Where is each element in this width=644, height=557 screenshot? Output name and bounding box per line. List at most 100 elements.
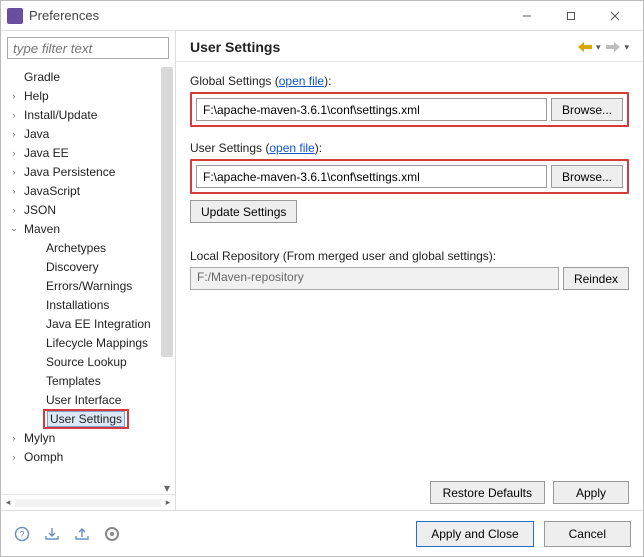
chevron-right-icon[interactable]: › (7, 110, 21, 120)
tree-item-label: Java EE (21, 145, 72, 161)
global-browse-button[interactable]: Browse... (551, 98, 623, 121)
footer: ? Apply and Close Cancel (1, 510, 643, 556)
tree-item[interactable]: User Settings (7, 409, 159, 428)
close-button[interactable] (593, 1, 637, 31)
chevron-down-icon[interactable]: ⌄ (7, 223, 21, 234)
chevron-right-icon[interactable]: › (7, 129, 21, 139)
tree-item[interactable]: ›Java Persistence (7, 162, 159, 181)
tree-item-label: User Interface (43, 392, 124, 408)
tree-item-label: Archetypes (43, 240, 109, 256)
preferences-window: Preferences Gradle›Help›Install/Update›J… (0, 0, 644, 557)
chevron-right-icon[interactable]: › (7, 205, 21, 215)
help-icon[interactable]: ? (13, 525, 31, 543)
horizontal-scrollbar[interactable]: ◂ ▸ (1, 494, 175, 510)
hscroll-left-icon[interactable]: ◂ (1, 497, 15, 508)
minimize-button[interactable] (505, 1, 549, 31)
apply-button[interactable]: Apply (553, 481, 629, 504)
user-settings-block: User Settings (open file): Browse... Upd… (190, 141, 629, 223)
tree-item[interactable]: ›Oomph (7, 447, 159, 466)
tree-item[interactable]: ›Java EE (7, 143, 159, 162)
hscroll-right-icon[interactable]: ▸ (161, 497, 175, 508)
chevron-right-icon[interactable]: › (7, 148, 21, 158)
tree-item[interactable]: Installations (7, 295, 159, 314)
toolbar: ▾ ▾ (578, 42, 629, 53)
tree-item-label: Lifecycle Mappings (43, 335, 151, 351)
tree-item-label: Errors/Warnings (43, 278, 135, 294)
tree-item-label: Mylyn (21, 430, 58, 446)
tree-item[interactable]: Templates (7, 371, 159, 390)
tree-item[interactable]: Errors/Warnings (7, 276, 159, 295)
tree-item-label: Maven (21, 221, 63, 237)
tree-item-label: Help (21, 88, 52, 104)
user-highlight-box: Browse... (190, 159, 629, 194)
user-open-file-link[interactable]: open file (269, 141, 314, 155)
global-open-file-link[interactable]: open file (279, 74, 324, 88)
chevron-right-icon[interactable]: › (7, 186, 21, 196)
tree-item-label: Java (21, 126, 52, 142)
tree-item-label: Discovery (43, 259, 102, 275)
tree-item[interactable]: Java EE Integration (7, 314, 159, 333)
tree-item[interactable]: Gradle (7, 67, 159, 86)
scrollbar-down-icon[interactable]: ▾ (161, 482, 173, 494)
tree-item[interactable]: ›JavaScript (7, 181, 159, 200)
tree-item[interactable]: ›Mylyn (7, 428, 159, 447)
tree-item[interactable]: User Interface (7, 390, 159, 409)
export-icon[interactable] (73, 525, 91, 543)
main-header: User Settings ▾ ▾ (176, 31, 643, 62)
tree-item-label: Oomph (21, 449, 66, 465)
back-icon[interactable] (578, 42, 592, 52)
tree-item[interactable]: Source Lookup (7, 352, 159, 371)
global-highlight-box: Browse... (190, 92, 629, 127)
tree-item[interactable]: Lifecycle Mappings (7, 333, 159, 352)
window-title: Preferences (29, 8, 505, 23)
hscroll-track[interactable] (15, 499, 161, 507)
user-settings-input[interactable] (196, 165, 547, 188)
reindex-button[interactable]: Reindex (563, 267, 629, 290)
restore-defaults-button[interactable]: Restore Defaults (430, 481, 545, 504)
tree-item-label: Source Lookup (43, 354, 130, 370)
local-repo-label: Local Repository (From merged user and g… (190, 249, 629, 263)
cancel-button[interactable]: Cancel (544, 521, 631, 547)
tree-item[interactable]: Discovery (7, 257, 159, 276)
chevron-right-icon[interactable]: › (7, 91, 21, 101)
tree-item[interactable]: ›Install/Update (7, 105, 159, 124)
app-icon (7, 8, 23, 24)
tree-item-label: Java Persistence (21, 164, 118, 180)
user-browse-button[interactable]: Browse... (551, 165, 623, 188)
scrollbar-thumb[interactable] (161, 67, 173, 357)
tree-item-label: JSON (21, 202, 59, 218)
tree-item-label: Gradle (21, 69, 63, 85)
back-menu-icon[interactable]: ▾ (596, 42, 601, 53)
tree-item-label: User Settings (47, 411, 125, 427)
chevron-right-icon[interactable]: › (7, 452, 21, 462)
import-icon[interactable] (43, 525, 61, 543)
user-label-suffix: ): (315, 141, 322, 155)
footer-icons: ? (13, 525, 121, 543)
forward-icon[interactable] (606, 42, 620, 52)
maximize-button[interactable] (549, 1, 593, 31)
tree-item-label: Java EE Integration (43, 316, 154, 332)
svg-text:?: ? (19, 529, 24, 539)
content: Global Settings (open file): Browse... U… (176, 62, 643, 510)
chevron-right-icon[interactable]: › (7, 433, 21, 443)
preference-tree[interactable]: Gradle›Help›Install/Update›Java›Java EE›… (1, 65, 159, 494)
chevron-right-icon[interactable]: › (7, 167, 21, 177)
tree-item[interactable]: ›Help (7, 86, 159, 105)
filter-input[interactable] (7, 37, 169, 59)
global-settings-input[interactable] (196, 98, 547, 121)
tree-item[interactable]: ›Java (7, 124, 159, 143)
global-settings-block: Global Settings (open file): Browse... (190, 74, 629, 127)
forward-menu-icon[interactable]: ▾ (624, 42, 629, 53)
local-repo-block: Local Repository (From merged user and g… (190, 249, 629, 290)
tree-item-label: Templates (43, 373, 104, 389)
tree-item[interactable]: ⌄Maven (7, 219, 159, 238)
update-settings-button[interactable]: Update Settings (190, 200, 297, 223)
record-icon[interactable] (103, 525, 121, 543)
titlebar: Preferences (1, 1, 643, 31)
tree-item[interactable]: Archetypes (7, 238, 159, 257)
tree-item-label: JavaScript (21, 183, 83, 199)
page-title: User Settings (190, 39, 578, 55)
apply-and-close-button[interactable]: Apply and Close (416, 521, 533, 547)
tree-item[interactable]: ›JSON (7, 200, 159, 219)
page-buttons: Restore Defaults Apply (430, 481, 629, 504)
